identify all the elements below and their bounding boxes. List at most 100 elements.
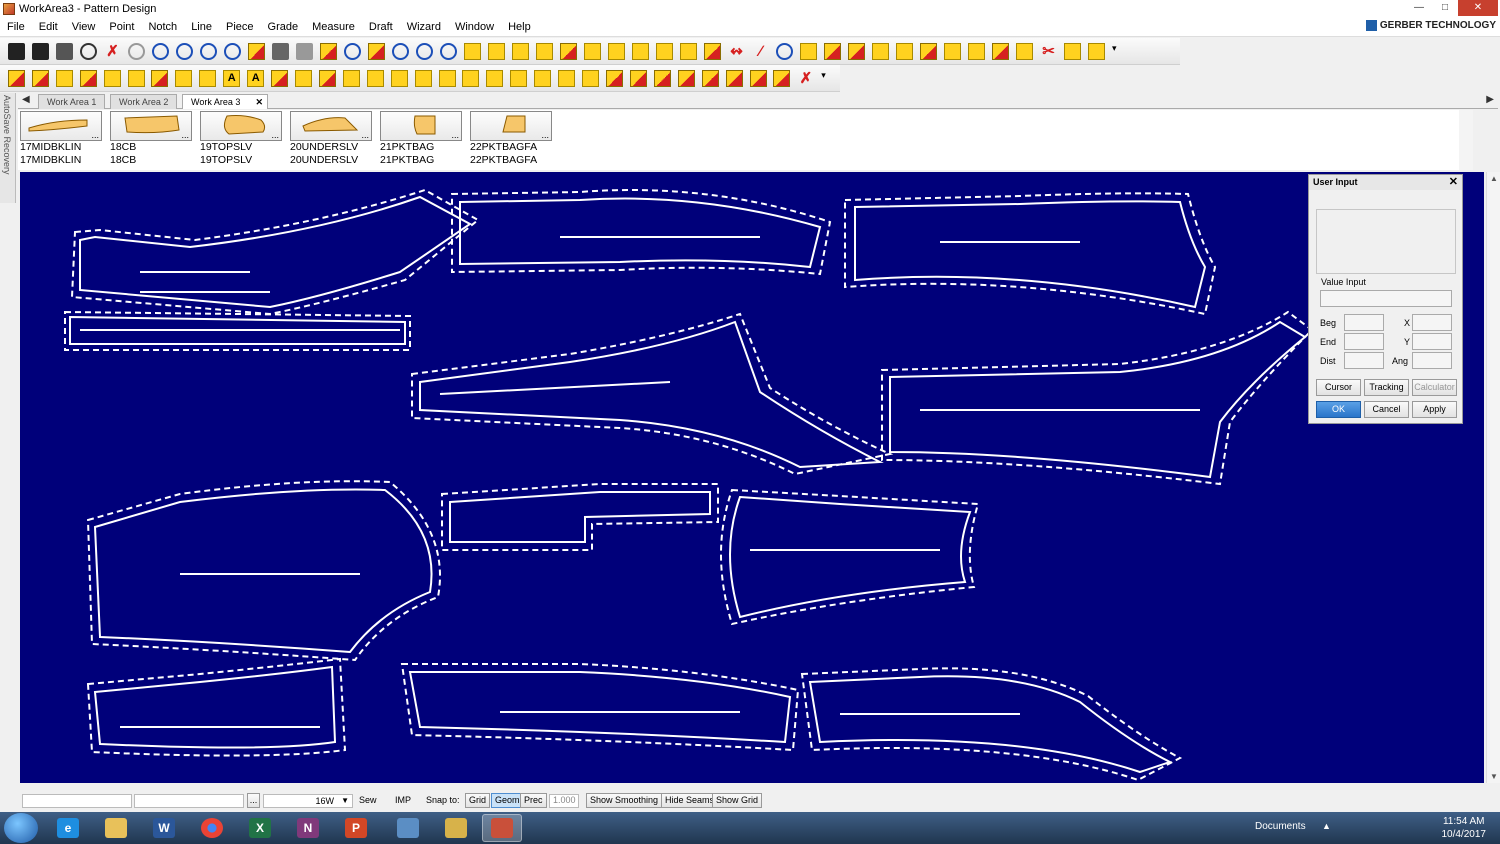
piece-20underslv[interactable]: ... 20UNDERSLV 20UNDERSLV [290, 111, 372, 167]
scroll-down-icon[interactable]: ▼ [1490, 772, 1498, 781]
piece-tool-3[interactable] [534, 41, 555, 62]
taskbar-explorer[interactable] [96, 814, 136, 842]
tab-scroll-right-icon[interactable]: ▶ [1486, 94, 1494, 105]
menu-notch[interactable]: Notch [141, 21, 184, 33]
snap-prec-button[interactable]: Prec [520, 793, 547, 808]
pattern-piece[interactable] [86, 657, 347, 757]
arc-tool-button[interactable] [774, 41, 795, 62]
piece-more[interactable]: ... [451, 130, 459, 140]
grade-tool-25[interactable]: ✗ [795, 68, 816, 89]
pattern-piece[interactable] [70, 188, 480, 316]
beg-field[interactable] [1344, 314, 1384, 331]
tray-expand-icon[interactable]: ▲ [1322, 821, 1331, 831]
calculator-button[interactable]: Calculator [1412, 379, 1457, 396]
menu-piece[interactable]: Piece [219, 21, 261, 33]
grade-tool-1[interactable] [173, 68, 194, 89]
rectangle-tool-button[interactable] [462, 41, 483, 62]
grade-tool-21[interactable] [700, 68, 721, 89]
grade-tool-19[interactable] [652, 68, 673, 89]
snap-grid-button[interactable]: Grid [465, 793, 491, 808]
taskbar-chrome[interactable] [192, 814, 232, 842]
piece-tool-12[interactable] [822, 41, 843, 62]
value-input-field[interactable] [1320, 290, 1452, 307]
piece-tool-11[interactable] [798, 41, 819, 62]
dist-field[interactable] [1344, 352, 1384, 369]
piece-more[interactable]: ... [181, 130, 189, 140]
imp-label[interactable]: IMP [395, 795, 411, 805]
taskbar-word[interactable]: W [144, 814, 184, 842]
piece-tool-2[interactable] [510, 41, 531, 62]
piece-more[interactable]: ... [361, 130, 369, 140]
grade-tool-16[interactable] [580, 68, 601, 89]
grade-tool-7[interactable] [365, 68, 386, 89]
end-field[interactable] [1344, 333, 1384, 350]
tab-scroll-left-icon[interactable]: ◀ [22, 94, 30, 105]
menu-edit[interactable]: Edit [32, 21, 65, 33]
piece-tool-6[interactable] [606, 41, 627, 62]
piece-22pktbagfa[interactable]: ... 22PKTBAGFA 22PKTBAGFA [470, 111, 552, 167]
point-tool-3[interactable] [918, 41, 939, 62]
print-button[interactable] [54, 41, 75, 62]
save-button[interactable] [6, 41, 27, 62]
sew-label[interactable]: Sew [359, 795, 377, 805]
menu-window[interactable]: Window [448, 21, 501, 33]
autosave-recovery-panel[interactable]: AutoSave Recovery [0, 93, 16, 203]
piece-tool-13[interactable] [846, 41, 867, 62]
grade-tool-6[interactable] [341, 68, 362, 89]
documents-toolbar[interactable]: Documents [1255, 821, 1306, 832]
zoom-in-button[interactable] [150, 41, 171, 62]
notch-tool-3[interactable] [54, 68, 75, 89]
point-tool-2[interactable] [894, 41, 915, 62]
pattern-piece[interactable] [720, 488, 980, 626]
taskbar-powerpoint[interactable]: P [336, 814, 376, 842]
toolbar2-overflow[interactable]: ▾ [819, 68, 840, 89]
piece-21pktbag[interactable]: ... 21PKTBAG 21PKTBAG [380, 111, 462, 167]
table-button[interactable] [270, 41, 291, 62]
zoom-prev-button[interactable] [438, 41, 459, 62]
menu-help[interactable]: Help [501, 21, 538, 33]
maximize-button[interactable]: □ [1432, 0, 1458, 16]
point-tool-4[interactable] [942, 41, 963, 62]
point-tool-6[interactable] [990, 41, 1011, 62]
piece-tool-4[interactable] [558, 41, 579, 62]
piece-more[interactable]: ... [91, 130, 99, 140]
select-points-button[interactable] [318, 41, 339, 62]
search-button[interactable] [342, 41, 363, 62]
grade-tool-23[interactable] [748, 68, 769, 89]
notch-tool-2[interactable] [30, 68, 51, 89]
cursor-button[interactable]: Cursor [1316, 379, 1361, 396]
point-tool-9[interactable] [1062, 41, 1083, 62]
pattern-piece[interactable] [86, 480, 441, 662]
piece-tool-1[interactable] [486, 41, 507, 62]
close-tab-icon[interactable]: ✕ [255, 95, 263, 109]
curve-tool-button[interactable]: ↭ [726, 41, 747, 62]
layers-button[interactable] [294, 41, 315, 62]
pattern-piece[interactable] [411, 312, 894, 476]
grade-tool-4[interactable] [293, 68, 314, 89]
menu-line[interactable]: Line [184, 21, 219, 33]
taskbar-app-2[interactable] [436, 814, 476, 842]
zoom-piece-button[interactable] [222, 41, 243, 62]
point-tool-10[interactable] [1086, 41, 1107, 62]
scroll-up-icon[interactable]: ▲ [1490, 174, 1498, 183]
precision-value[interactable]: 1.000 [549, 794, 579, 808]
notch-tool-4[interactable] [78, 68, 99, 89]
undo-button[interactable] [78, 41, 99, 62]
pattern-piece[interactable] [451, 189, 832, 276]
point-tool-7[interactable] [1014, 41, 1035, 62]
tab-work-area-3[interactable]: Work Area 3 ✕ [182, 94, 268, 109]
ang-field[interactable] [1412, 352, 1452, 369]
grade-tool-17[interactable] [604, 68, 625, 89]
piece-more[interactable]: ... [541, 130, 549, 140]
cancel-button[interactable]: Cancel [1364, 401, 1409, 418]
hide-seams-button[interactable]: Hide Seams [661, 793, 719, 808]
size-select[interactable]: 16W ▼ [263, 794, 353, 808]
menu-point[interactable]: Point [102, 21, 141, 33]
piece-18cb[interactable]: ... 18CB 18CB [110, 111, 192, 167]
taskbar-ie[interactable]: e [48, 814, 88, 842]
save-as-button[interactable] [30, 41, 51, 62]
show-smoothing-button[interactable]: Show Smoothing [586, 793, 663, 808]
text-tool-a2[interactable]: A [245, 68, 266, 89]
pattern-pieces-drawing[interactable] [20, 172, 1484, 783]
piece-tool-10[interactable] [702, 41, 723, 62]
